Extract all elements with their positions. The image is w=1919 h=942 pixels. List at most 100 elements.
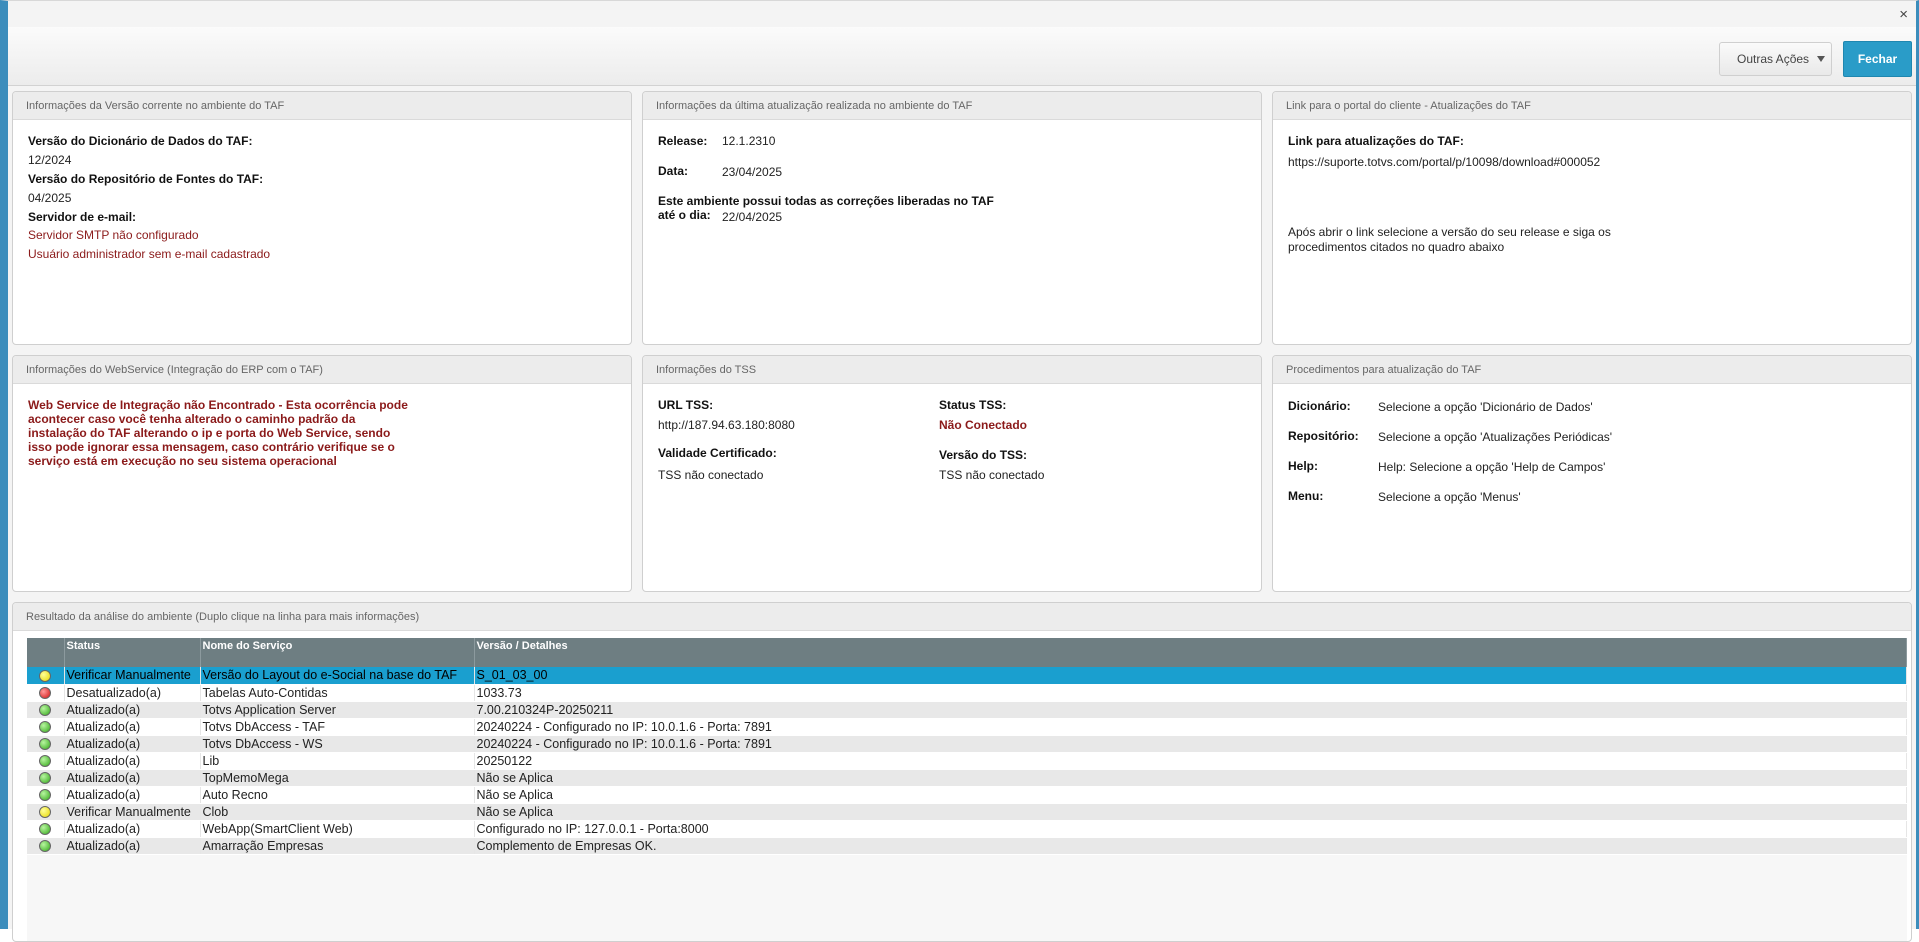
status-cell: Verificar Manualmente [64, 667, 201, 685]
status-cell: Atualizado(a) [64, 752, 201, 770]
status-cell: Atualizado(a) [64, 718, 201, 736]
toolbar: Outras Ações Fechar [8, 27, 1916, 86]
service-cell: Tabelas Auto-Contidas [200, 684, 475, 702]
green-status-icon [39, 789, 51, 802]
table-row[interactable]: Desatualizado(a) Tabelas Auto-Contidas 103… [27, 684, 1907, 702]
green-status-icon [39, 721, 51, 734]
webservice-panel: Informações do WebService (Integração do… [12, 355, 632, 592]
details-cell: Não se Aplica [474, 786, 1907, 804]
table-row[interactable]: Atualizado(a) Totvs DbAccess - WS 20240224… [27, 735, 1907, 753]
panel-title: Procedimentos para atualização do TAF [1273, 356, 1911, 384]
col-status[interactable]: Status [64, 638, 201, 667]
smtp-message: Servidor SMTP não configurado [28, 228, 199, 242]
panel-title: Informações do TSS [643, 356, 1261, 384]
correcoes-label-line1: Este ambiente possui todas as correções … [658, 194, 994, 208]
status-indicator-cell [27, 667, 65, 685]
status-indicator-cell [27, 718, 65, 736]
repo-value: 04/2025 [28, 191, 72, 205]
panel-title: Resultado da análise do ambiente (Duplo … [13, 603, 1911, 631]
status-cell: Atualizado(a) [64, 701, 201, 719]
tss-versao-label: Versão do TSS: [939, 448, 1028, 462]
dialog-window: × Outras Ações Fechar Informações da Ver… [0, 0, 1919, 942]
link-label: Link para atualizações do TAF: [1288, 134, 1464, 148]
service-cell: Amarração Empresas [200, 837, 475, 855]
status-indicator-cell [27, 735, 65, 753]
green-status-icon [39, 840, 51, 853]
service-cell: Totvs DbAccess - WS [200, 735, 475, 753]
table-row[interactable]: Atualizado(a) WebApp(SmartClient Web) Conf… [27, 820, 1907, 838]
proc-help-text: Help: Selecione a opção 'Help de Campos' [1378, 460, 1606, 474]
instructions-line2: procedimentos citados no quadro abaixo [1288, 240, 1505, 254]
status-indicator-cell [27, 701, 65, 719]
fechar-button[interactable]: Fechar [1843, 41, 1912, 77]
proc-dicionario-label: Dicionário: [1288, 399, 1351, 413]
yellow-status-icon [39, 806, 51, 819]
red-status-icon [39, 687, 51, 700]
service-cell: Totvs DbAccess - TAF [200, 718, 475, 736]
details-cell: 20240224 - Configurado no IP: 10.0.1.6 -… [474, 718, 1907, 736]
service-cell: Lib [200, 752, 475, 770]
table-header-row: Status Nome do Serviço Versão / Detalhes [27, 638, 1907, 667]
panel-title: Informações da última atualização realiz… [643, 92, 1261, 120]
tss-versao-value: TSS não conectado [939, 468, 1045, 482]
panel-title: Informações do WebService (Integração do… [13, 356, 631, 384]
tss-url-label: URL TSS: [658, 398, 714, 412]
details-cell: 20250122 [474, 752, 1907, 770]
table-row[interactable]: Atualizado(a) Lib 20250122 [27, 752, 1907, 770]
service-cell: TopMemoMega [200, 769, 475, 787]
details-cell: Não se Aplica [474, 769, 1907, 787]
status-indicator-cell [27, 786, 65, 804]
green-status-icon [39, 823, 51, 836]
status-cell: Atualizado(a) [64, 786, 201, 804]
table-row[interactable]: Atualizado(a) Totvs DbAccess - TAF 2024022… [27, 718, 1907, 736]
details-cell: 20240224 - Configurado no IP: 10.0.1.6 -… [474, 735, 1907, 753]
correcoes-value: 22/04/2025 [722, 210, 783, 224]
dic-label: Versão do Dicionário de Dados do TAF: [28, 134, 253, 148]
results-grid: Status Nome do Serviço Versão / Detalhes… [27, 638, 1907, 941]
release-label: Release: [658, 134, 708, 148]
green-status-icon [39, 755, 51, 768]
status-indicator-cell [27, 684, 65, 702]
tss-cert-label: Validade Certificado: [658, 446, 777, 460]
table-row[interactable]: Atualizado(a) Amarração Empresas Complemen… [27, 837, 1907, 855]
details-cell: Configurado no IP: 127.0.0.1 - Porta:800… [474, 820, 1907, 838]
green-status-icon [39, 704, 51, 717]
tss-url-value: http://187.94.63.180:8080 [658, 418, 795, 432]
col-details[interactable]: Versão / Detalhes [474, 638, 1907, 667]
admin-message: Usuário administrador sem e-mail cadastr… [28, 247, 271, 261]
status-cell: Verificar Manualmente [64, 803, 201, 821]
status-indicator-cell [27, 752, 65, 770]
col-service[interactable]: Nome do Serviço [200, 638, 475, 667]
results-table: Status Nome do Serviço Versão / Detalhes… [27, 638, 1907, 855]
table-row[interactable]: Atualizado(a) Totvs Application Server 7.0… [27, 701, 1907, 719]
table-row[interactable]: Atualizado(a) Auto Recno Não se Aplica [27, 786, 1907, 804]
status-indicator-cell [27, 803, 65, 821]
outras-acoes-button[interactable]: Outras Ações [1719, 42, 1832, 76]
data-label: Data: [658, 164, 689, 178]
dic-value: 12/2024 [28, 153, 72, 167]
table-row[interactable]: Verificar Manualmente Clob Não se Aplica [27, 803, 1907, 821]
details-cell: S_01_03_00 [474, 667, 1907, 685]
service-cell: Auto Recno [200, 786, 475, 804]
status-cell: Atualizado(a) [64, 735, 201, 753]
status-cell: Atualizado(a) [64, 837, 201, 855]
green-status-icon [39, 738, 51, 751]
details-cell: Complemento de Empresas OK. [474, 837, 1907, 855]
ws-error-line2: acontecer caso você tenha alterado o cam… [28, 412, 356, 426]
close-icon[interactable]: × [1899, 7, 1908, 22]
status-cell: Atualizado(a) [64, 820, 201, 838]
data-value: 23/04/2025 [722, 165, 783, 179]
tss-panel: Informações do TSS URL TSS: http://187.9… [642, 355, 1262, 592]
col-indicator [27, 638, 65, 667]
table-row[interactable]: Verificar Manualmente Versão do Layout do… [27, 667, 1907, 685]
resultado-panel: Resultado da análise do ambiente (Duplo … [12, 602, 1912, 942]
status-indicator-cell [27, 837, 65, 855]
portal-link[interactable]: https://suporte.totvs.com/portal/p/10098… [1288, 155, 1600, 169]
details-cell: 7.00.210324P-20250211 [474, 701, 1907, 719]
service-cell: Versão do Layout do e-Social na base do … [200, 667, 475, 685]
release-value: 12.1.2310 [722, 134, 776, 148]
table-row[interactable]: Atualizado(a) TopMemoMega Não se Aplica [27, 769, 1907, 787]
proc-repositorio-text: Selecione a opção 'Atualizações Periódic… [1378, 430, 1613, 444]
status-indicator-cell [27, 820, 65, 838]
outras-acoes-label: Outras Ações [1737, 52, 1810, 66]
